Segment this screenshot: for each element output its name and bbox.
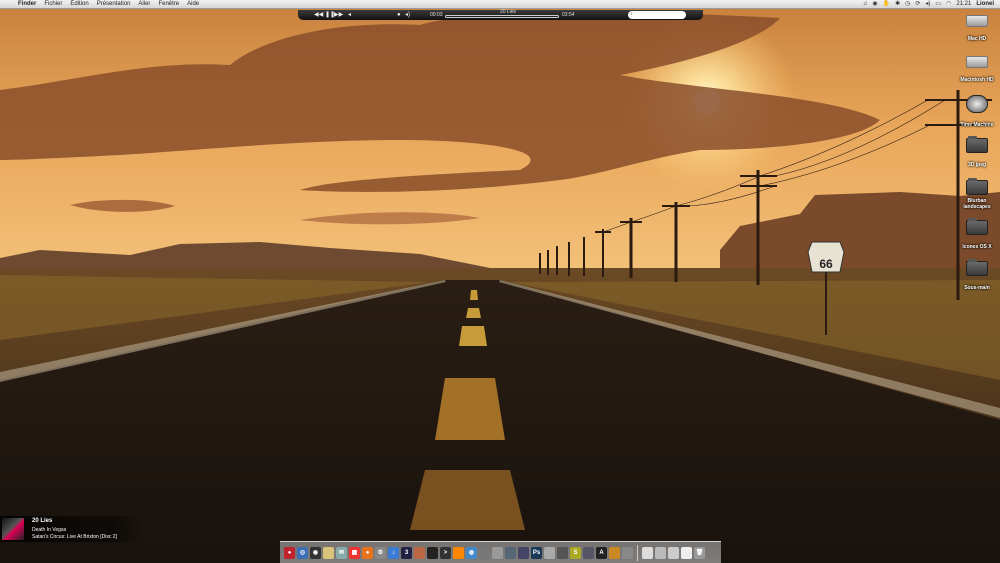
desktop-icon-blurban-landscapes[interactable]: Blurban landscapes xyxy=(949,178,1000,213)
time-machine-disk-icon xyxy=(966,95,988,113)
desktop-icon-3d-jpeg[interactable]: 3D jpeg xyxy=(949,136,1000,171)
now-playing-album: Satan's Circus: Live At Brixton [Disc 2] xyxy=(32,534,117,540)
app-mail-icon[interactable]: ✉ xyxy=(336,546,347,559)
elapsed-time: 00:03 xyxy=(430,12,443,18)
app-3-icon[interactable]: 3 xyxy=(401,546,412,559)
app-firefox-icon[interactable]: ● xyxy=(362,546,373,559)
now-playing-artist: Death In Vegas xyxy=(32,527,67,533)
volume-icon[interactable]: ◂) xyxy=(925,0,930,9)
desktop-wallpaper: 66 xyxy=(0,0,1000,563)
app-finder2-icon[interactable] xyxy=(622,546,633,559)
progress-bar[interactable] xyxy=(445,15,559,18)
search-field[interactable]: ⌕ xyxy=(628,11,686,19)
app-record-icon[interactable]: ● xyxy=(284,546,295,559)
app-network-icon[interactable]: ◍ xyxy=(466,546,477,559)
app-terminal-icon[interactable]: > xyxy=(440,546,451,559)
app-imagecapture-icon[interactable] xyxy=(557,546,568,559)
menu-fichier[interactable]: Fichier xyxy=(40,0,66,9)
app-dashboard-icon[interactable]: ◉ xyxy=(310,546,321,559)
next-track-icon[interactable]: ▶▶ xyxy=(334,10,343,20)
menu-presentation[interactable]: Présentation xyxy=(93,0,135,9)
sync-icon[interactable]: ⟳ xyxy=(915,0,920,9)
search-icon: ⌕ xyxy=(630,11,633,17)
app-grey1-icon[interactable] xyxy=(544,546,555,559)
app-safari-icon[interactable]: ◎ xyxy=(297,546,308,559)
trash-icon[interactable]: 🗑 xyxy=(694,546,705,559)
app-vlc-icon[interactable] xyxy=(453,546,464,559)
stack-downloads-icon[interactable] xyxy=(655,546,666,559)
app-preview-icon[interactable] xyxy=(323,546,334,559)
desktop-icon-icones-os-x[interactable]: Icones OS X xyxy=(949,218,1000,253)
dock-separator xyxy=(637,544,638,561)
app-monitor-icon[interactable] xyxy=(583,546,594,559)
folder-icon xyxy=(966,136,988,153)
menu-fenetre[interactable]: Fenêtre xyxy=(154,0,183,9)
battery-icon[interactable]: ▭ xyxy=(935,0,941,9)
menu-edition[interactable]: Édition xyxy=(66,0,92,9)
volume-knob[interactable]: ● xyxy=(397,10,401,20)
stack-screens-icon[interactable] xyxy=(681,546,692,559)
menu-aide[interactable]: Aide xyxy=(183,0,203,9)
fast-user-switch[interactable]: Lionel xyxy=(976,0,994,9)
remaining-time: 03:54 xyxy=(562,12,575,18)
eye-icon[interactable]: ◉ xyxy=(872,0,877,9)
menu-aller[interactable]: Aller xyxy=(134,0,154,9)
app-itunes-icon[interactable]: ♪ xyxy=(388,546,399,559)
desktop-icon-time-machine[interactable]: Time Machine xyxy=(949,95,1000,131)
folder-icon xyxy=(966,178,988,195)
stack-documents-icon[interactable] xyxy=(642,546,653,559)
stack-apps-icon[interactable] xyxy=(668,546,679,559)
app-system-prefs-icon[interactable]: ⚙ xyxy=(375,546,386,559)
bluetooth-icon[interactable]: ✱ xyxy=(895,0,900,9)
volume-high-icon: ◂) xyxy=(405,12,411,18)
menubar-clock[interactable]: 21:21 xyxy=(956,0,971,9)
wifi-icon[interactable]: ◠ xyxy=(946,0,951,9)
album-art xyxy=(2,518,24,540)
desktop-icon-macintosh-hd[interactable]: Macintosh HD xyxy=(949,56,1000,86)
hard-drive-icon xyxy=(966,56,988,68)
app-activity-icon[interactable] xyxy=(479,546,490,559)
now-playing-widget: 20 Lies Death In Vegas Satan's Circus: L… xyxy=(0,516,142,542)
app-photoshop-icon[interactable]: Ps xyxy=(531,546,542,559)
app-utility-icon[interactable] xyxy=(505,546,516,559)
volume-low-icon: ◂ xyxy=(348,12,352,18)
app-calendar-icon[interactable]: ▦ xyxy=(349,546,360,559)
hand-icon[interactable]: ✋ xyxy=(883,0,890,9)
dock: ● ◎ ◉ ✉ ▦ ● ⚙ ♪ 3 > ◍ Ps S A 🗑 xyxy=(280,541,721,563)
now-playing-title: 20 Lies xyxy=(32,518,53,524)
desktop-icon-sous-main[interactable]: Sous-main xyxy=(949,259,1000,294)
itunes-mini-player: ◀◀ ❚❚ ▶▶ ◂ ● ◂) 00:03 20 Lies 03:54 ⌕ xyxy=(298,9,703,20)
hard-drive-icon xyxy=(966,15,988,27)
app-tools-icon[interactable] xyxy=(492,546,503,559)
app-preview2-icon[interactable] xyxy=(609,546,620,559)
app-skype-icon[interactable]: S xyxy=(570,546,581,559)
menu-app-finder[interactable]: Finder xyxy=(14,0,40,9)
folder-icon xyxy=(966,259,988,276)
app-clapper-icon[interactable] xyxy=(427,546,438,559)
status-area: ♫ ◉ ✋ ✱ ◷ ⟳ ◂) ▭ ◠ 21:21 Lionel xyxy=(863,0,994,9)
app-indesign-icon[interactable] xyxy=(518,546,529,559)
previous-track-icon[interactable]: ◀◀ xyxy=(314,10,323,20)
desktop-icon-mac-hd[interactable]: Mac HD xyxy=(949,15,1000,45)
time-machine-icon[interactable]: ◷ xyxy=(905,0,910,9)
app-photos-icon[interactable] xyxy=(414,546,425,559)
music-note-icon[interactable]: ♫ xyxy=(863,0,868,9)
app-dictionary-icon[interactable]: A xyxy=(596,546,607,559)
folder-icon xyxy=(966,218,988,235)
svg-text:66: 66 xyxy=(819,257,833,271)
